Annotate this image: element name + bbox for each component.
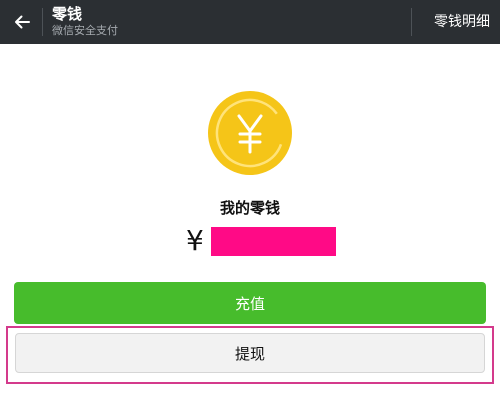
currency-symbol: ¥ (186, 224, 204, 257)
page-subtitle: 微信安全支付 (52, 24, 118, 37)
recharge-button[interactable]: 充值 (14, 282, 486, 324)
yuan-coin-icon (208, 91, 292, 175)
arrow-left-icon (15, 15, 30, 29)
redacted-balance-amount (211, 227, 336, 256)
nav-divider-right (411, 8, 412, 36)
top-navigation-bar: 零钱 微信安全支付 零钱明细 (0, 0, 500, 44)
withdraw-button[interactable]: 提现 (15, 333, 485, 373)
page-title: 零钱 (52, 5, 83, 23)
transaction-details-link[interactable]: 零钱明细 (434, 12, 490, 32)
back-button[interactable] (6, 6, 38, 38)
nav-divider (42, 8, 43, 36)
balance-label: 我的零钱 (219, 199, 280, 217)
